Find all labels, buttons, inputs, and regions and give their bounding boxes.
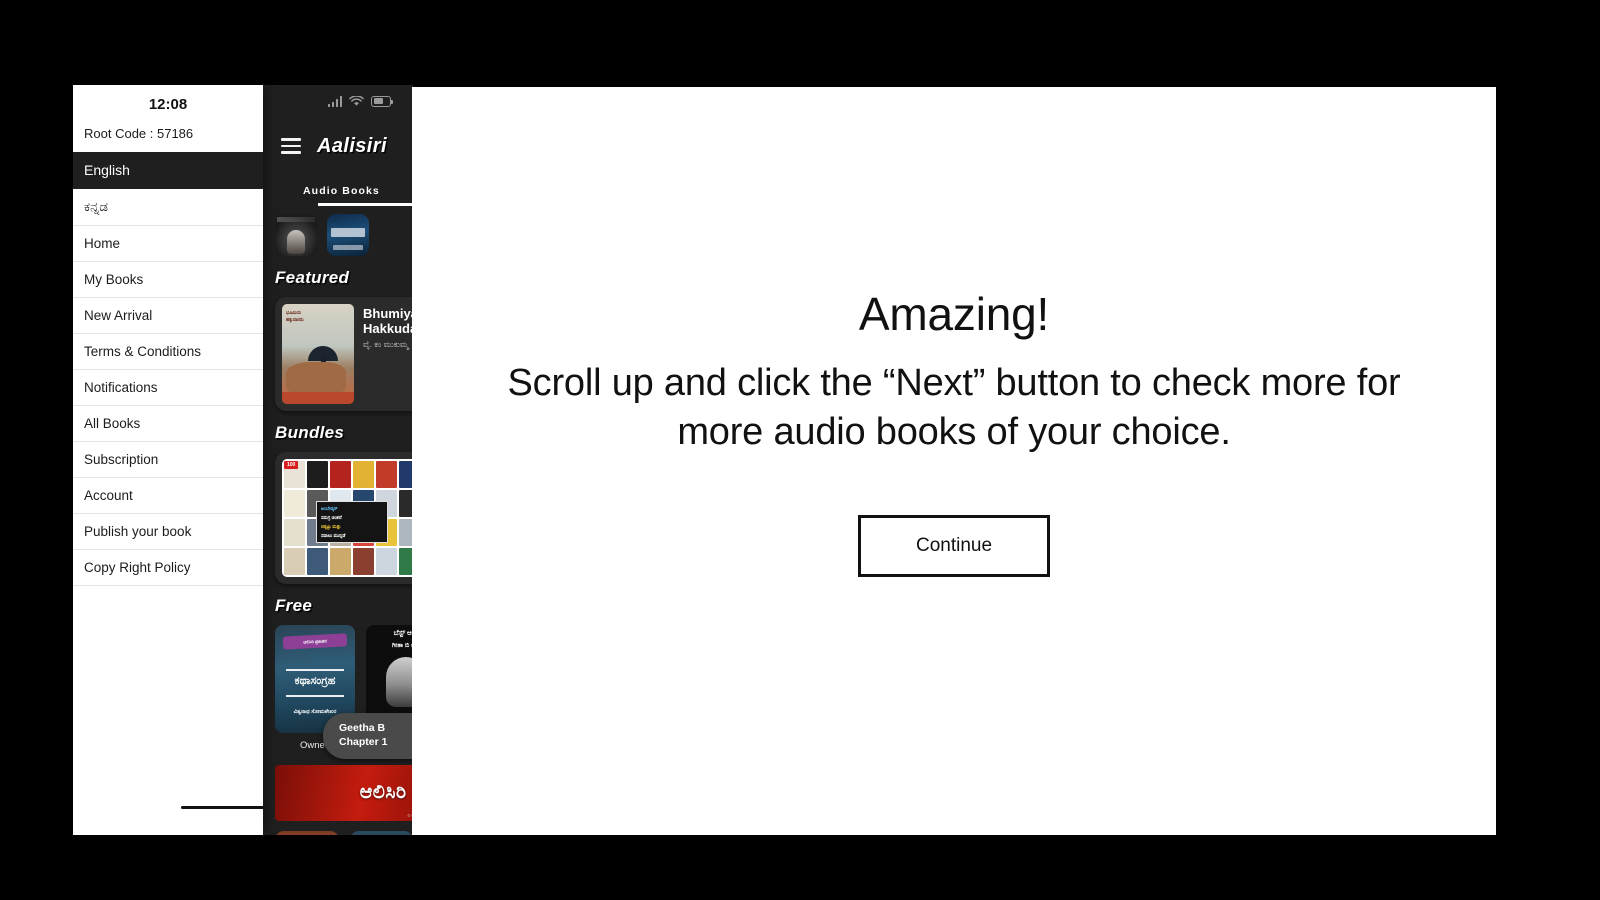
featured-title-line2: Hakkudar (363, 321, 413, 337)
sidebar-item-english[interactable]: English (73, 152, 263, 189)
app-bar: Aalisiri (263, 117, 413, 175)
discount-badge: 100 (284, 461, 299, 469)
cover-title-line1: ಬೆಸ್ಟ್ ಆಫ್ (393, 630, 413, 637)
sidebar-item-publish-your-book[interactable]: Publish your book (73, 514, 263, 550)
sidebar-item-terms-conditions[interactable]: Terms & Conditions (73, 334, 263, 370)
collage-line-2: ಸಮಗ್ರ ಚಿಂತನೆ (321, 515, 342, 520)
cover-title-text: ಕಥಾಸಂಗ್ರಹ (294, 675, 336, 687)
promo-banner[interactable]: ಆಲಿಸಿರಿ ಆಡಿಯೋ ಬ © ಆಲಿಸಿರಿ ಆಡಿಯೋ ಬುಕ್ಸ್ (275, 765, 413, 821)
tab-audio-books[interactable]: Audio Books (303, 185, 380, 203)
promo-banner-text: ಆಲಿಸಿರಿ ಆಡಿಯೋ ಬ (359, 782, 413, 803)
thumbnail-strip (263, 206, 413, 256)
collage-line-3: ಬಿಕ್ಕಟ್ಟು ಮತ್ತು (321, 524, 341, 529)
featured-card[interactable]: ಭೂಮಿಯಹಕ್ಕುದಾರರು Bhumiya Hakkudar ವೈ. ಕಂ … (275, 297, 413, 411)
sidebar-item-my-books[interactable]: My Books (73, 262, 263, 298)
cover-bottom-band (282, 392, 354, 404)
free-books-row: ಆಲಿಸಿರಿ ಪ್ರಕಾಶನ ಕಥಾಸಂಗ್ರಹ ವಿಶ್ವನಾಥ ಸೋಮಶೇ… (263, 625, 413, 759)
overlay-content: Amazing! Scroll up and click the “Next” … (412, 87, 1496, 577)
overlay-heading: Amazing! (858, 288, 1050, 340)
hamburger-menu-icon[interactable] (281, 138, 301, 154)
sidebar-item-kannada[interactable]: ಕನ್ನಡ (73, 189, 263, 226)
chip-title: Geetha B (339, 722, 386, 734)
wifi-icon (349, 95, 364, 107)
sidebar-item-all-books[interactable]: All Books (73, 406, 263, 442)
featured-card-body: Bhumiya Hakkudar ವೈ. ಕಂ ಮುಕುಮ್ಮ (363, 304, 413, 404)
promo-banner-subtext: © ಆಲಿಸಿರಿ ಆಡಿಯೋ ಬುಕ್ಸ್ (407, 813, 413, 818)
bundle-card[interactable]: ಅಂಬೇಡ್ಕರ್ ಸಮಗ್ರ ಚಿಂತನೆ ಬಿಕ್ಕಟ್ಟು ಮತ್ತು ಸ… (275, 452, 413, 584)
onboarding-overlay-panel: Amazing! Scroll up and click the “Next” … (412, 87, 1496, 835)
now-playing-chip[interactable]: Geetha B Chapter 1 (323, 713, 413, 759)
collage-center-panel: ಅಂಬೇಡ್ಕರ್ ಸಮಗ್ರ ಚಿಂತನೆ ಬಿಕ್ಕಟ್ಟು ಮತ್ತು ಸ… (316, 501, 388, 543)
tab-bar: Audio Books (263, 175, 413, 206)
sidebar-item-notifications[interactable]: Notifications (73, 370, 263, 406)
thumbnail-item[interactable] (275, 831, 339, 835)
section-title-bundles: Bundles (275, 423, 345, 442)
collage-line-1: ಅಂಬೇಡ್ಕರ್ (321, 506, 338, 511)
cover-ribbon: ಆಲಿಸಿರಿ ಪ್ರಕಾಶನ (282, 633, 348, 650)
cover-kannada-text: ಭೂಮಿಯ ಹಕ್ಕುದಾರರು (286, 310, 304, 322)
battery-icon (371, 95, 394, 107)
sidebar-item-home[interactable]: Home (73, 226, 263, 262)
phone-app-content: Aalisiri Audio Books Featured ಭೂಮಿಯ ಹಕ್ಕು… (263, 85, 413, 835)
cover-rule (286, 695, 344, 697)
continue-button[interactable]: Continue (858, 514, 1050, 577)
section-title-free: Free (275, 596, 313, 615)
next-row-thumbnails (263, 821, 413, 835)
app-brand-title: Aalisiri (317, 134, 387, 157)
collage-line-4: ಸವಾಲು ಮುನ್ನಡೆ (321, 533, 346, 538)
overlay-body-text: Scroll up and click the “Next” button to… (507, 362, 1401, 453)
thumbnail-item[interactable] (327, 214, 369, 256)
chip-subtitle: Chapter 1 (339, 736, 388, 748)
sidebar-item-copy-right-policy[interactable]: Copy Right Policy (73, 550, 263, 586)
ribbon-text: ಆಲಿಸಿರಿ ಪ್ರಕಾಶನ (303, 638, 327, 645)
thumbnail-item[interactable] (275, 214, 317, 256)
status-bar (263, 85, 413, 117)
book-cover-image: ಭೂಮಿಯ ಹಕ್ಕುದಾರರು (282, 304, 354, 404)
section-title-featured: Featured (275, 268, 350, 287)
sidebar-item-new-arrival[interactable]: New Arrival (73, 298, 263, 334)
sidebar-item-subscription[interactable]: Subscription (73, 442, 263, 478)
root-code-label: Root Code : 57186 (84, 126, 194, 141)
navigation-drawer: 12:08 Root Code : 57186 English ಕನ್ನಡ Ho… (73, 85, 263, 835)
home-indicator (181, 806, 263, 809)
featured-subtitle: ವೈ. ಕಂ ಮುಕುಮ್ಮ (363, 340, 409, 350)
featured-title-line1: Bhumiya (363, 306, 413, 321)
clock-time: 12:08 (148, 96, 188, 113)
hill-shape (286, 362, 346, 392)
thumbnail-item[interactable] (349, 831, 413, 835)
screen-root: Aalisiri Audio Books Featured ಭೂಮಿಯ ಹಕ್ಕು… (0, 0, 1600, 900)
bundle-cover-collage: ಅಂಬೇಡ್ಕರ್ ಸಮಗ್ರ ಚಿಂತನೆ ಬಿಕ್ಕಟ್ಟು ಮತ್ತು ಸ… (282, 459, 413, 577)
cover-title-line2: ಗೀತಾ ಬಿ ಯು (391, 642, 413, 649)
portrait-shape (386, 657, 413, 707)
cover-rule (286, 669, 344, 671)
sidebar-item-account[interactable]: Account (73, 478, 263, 514)
signal-bars-icon (327, 95, 342, 107)
